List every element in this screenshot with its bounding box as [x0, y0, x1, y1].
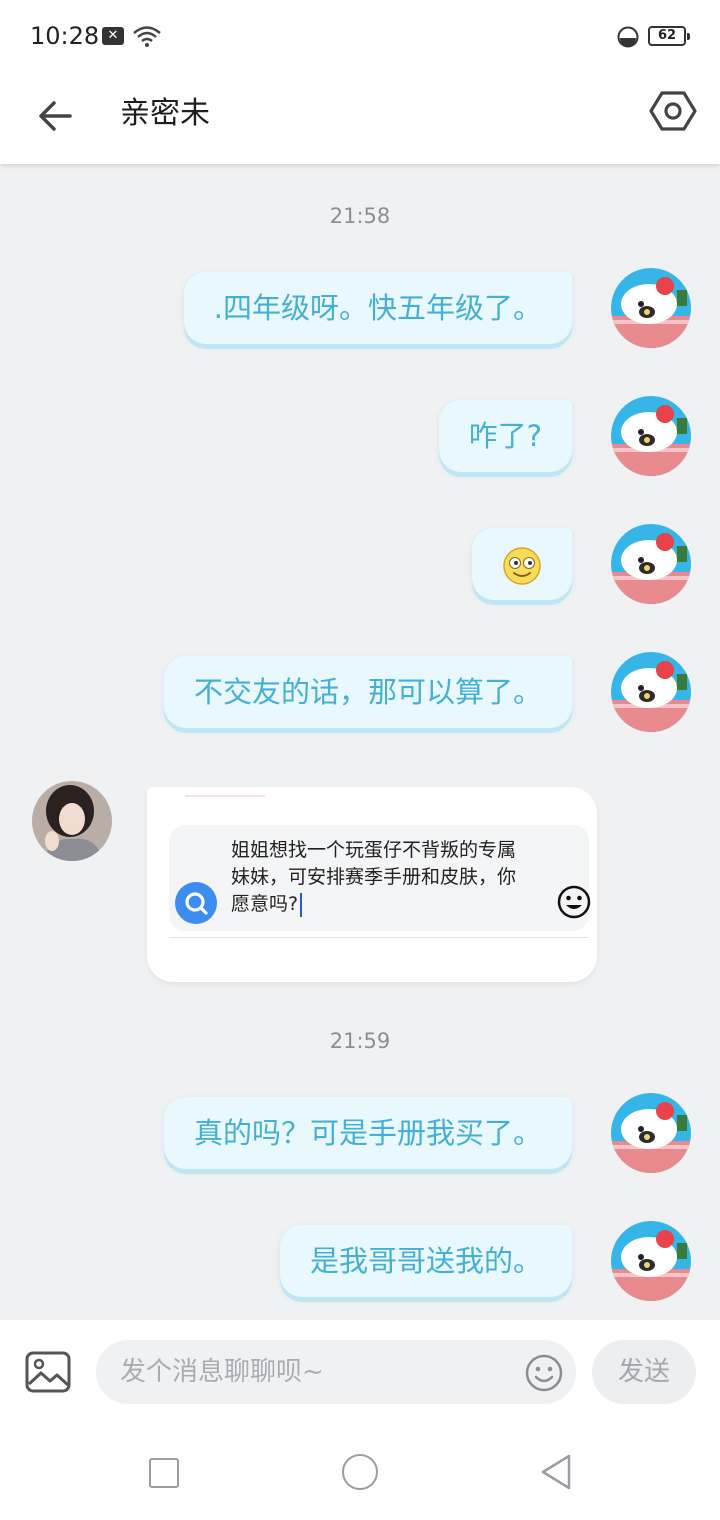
outgoing-message-bubble[interactable]: 真的吗？可是手册我买了。: [163, 1097, 572, 1169]
do-not-disturb-icon: [617, 26, 639, 48]
message-input-bar: 发送: [0, 1320, 720, 1426]
search-icon: [175, 882, 217, 924]
nav-back-icon[interactable]: [538, 1452, 574, 1492]
outgoing-message-bubble[interactable]: 咋了?: [438, 400, 572, 472]
recent-apps-icon[interactable]: [149, 1458, 179, 1488]
smiling-face-emoji-icon: [503, 547, 541, 585]
hexagon-settings-icon[interactable]: [646, 84, 700, 138]
outgoing-message-bubble[interactable]: 不交友的话，那可以算了。: [163, 656, 572, 728]
send-button[interactable]: 发送: [592, 1340, 696, 1404]
notification-icon: ✕: [102, 27, 124, 45]
outgoing-message-bubble[interactable]: .四年级呀。快五年级了。: [183, 272, 572, 344]
my-avatar[interactable]: [611, 396, 691, 476]
image-gallery-icon[interactable]: [24, 1350, 72, 1394]
image-divider: [169, 937, 589, 938]
emoji-icon[interactable]: [524, 1353, 564, 1393]
image-text-content: 姐姐想找一个玩蛋仔不背叛的专属妹妹，可安排赛季手册和皮肤，你愿意吗?: [231, 839, 517, 915]
my-avatar[interactable]: [611, 524, 691, 604]
chat-header: 亲密未: [0, 70, 720, 164]
status-time: 10:28: [30, 22, 100, 50]
text-cursor: [300, 892, 303, 917]
my-avatar[interactable]: [611, 268, 691, 348]
battery-icon: 62: [648, 26, 690, 46]
message-timestamp: 21:58: [329, 204, 391, 228]
chat-message-list: 21:58 .四年级呀。快五年级了。 咋了? 不交友的话，那可以算了。 姐姐想找…: [0, 164, 720, 1320]
image-caption-text: 姐姐想找一个玩蛋仔不背叛的专属妹妹，可安排赛季手册和皮肤，你愿意吗?: [231, 837, 531, 918]
system-navigation-bar: [0, 1426, 720, 1520]
message-timestamp: 21:59: [329, 1029, 391, 1053]
screenshot-search-box: 姐姐想找一个玩蛋仔不背叛的专属妹妹，可安排赛季手册和皮肤，你愿意吗?: [169, 825, 591, 931]
chat-title: 亲密未: [120, 96, 210, 131]
wifi-icon: [133, 26, 161, 47]
smiley-icon: [557, 885, 591, 919]
outgoing-message-bubble[interactable]: 是我哥哥送我的。: [279, 1225, 572, 1297]
status-bar: 10:28 ✕ 62: [0, 0, 720, 70]
outgoing-emoji-bubble[interactable]: [472, 528, 572, 600]
image-decoration: [185, 795, 265, 797]
home-icon[interactable]: [342, 1454, 378, 1490]
my-avatar[interactable]: [611, 1221, 691, 1301]
my-avatar[interactable]: [611, 652, 691, 732]
my-avatar[interactable]: [611, 1093, 691, 1173]
back-arrow-icon[interactable]: [30, 88, 86, 144]
message-input[interactable]: [96, 1340, 576, 1404]
incoming-image-message[interactable]: 姐姐想找一个玩蛋仔不背叛的专属妹妹，可安排赛季手册和皮肤，你愿意吗?: [147, 787, 597, 982]
contact-avatar[interactable]: [32, 781, 112, 861]
